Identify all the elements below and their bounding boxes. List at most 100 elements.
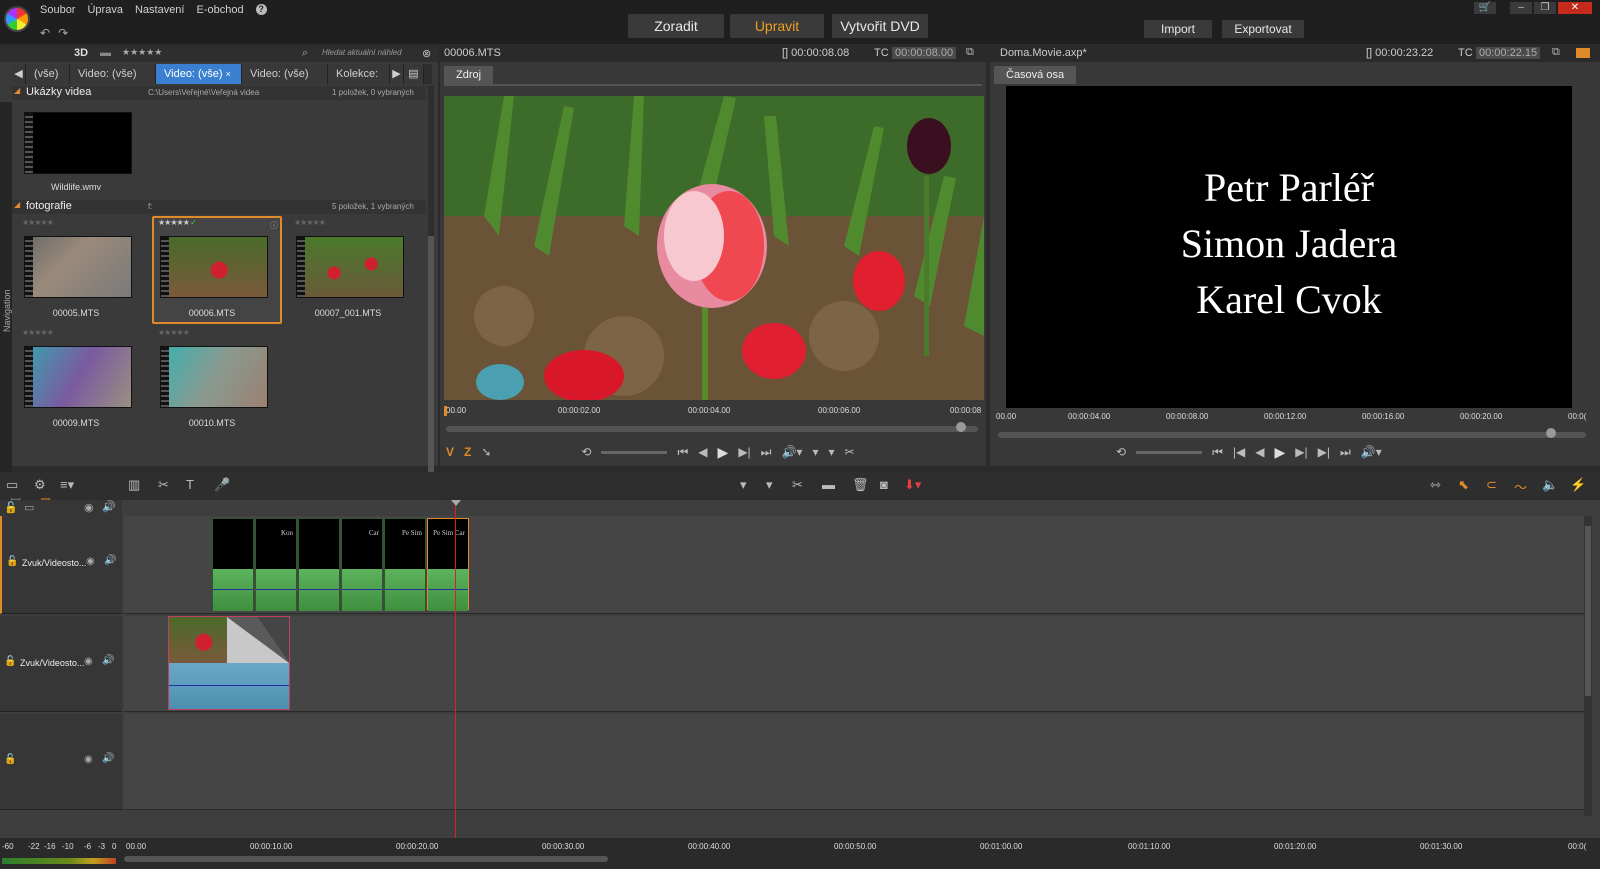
voiceover-icon[interactable]: 🎤: [214, 477, 230, 493]
tab-source[interactable]: Zdroj: [444, 66, 494, 84]
source-scrub-bar[interactable]: [446, 422, 978, 432]
menu-nastaveni[interactable]: Nastavení: [135, 4, 185, 16]
project-timecode[interactable]: 00:00:22.15: [1476, 47, 1541, 59]
go-to-end-icon[interactable]: ⏭: [761, 445, 772, 460]
thumbnail-wildlife[interactable]: [24, 112, 132, 174]
title-icon[interactable]: T: [186, 477, 194, 492]
settings-icon[interactable]: ⚙: [34, 477, 46, 493]
thumbnail-00007[interactable]: [296, 236, 404, 298]
track-3[interactable]: [124, 714, 1584, 810]
mark-out-button[interactable]: Z: [464, 445, 471, 459]
search-input[interactable]: Hledat aktuální náhled: [322, 48, 402, 57]
timeline-clip[interactable]: [298, 518, 340, 611]
track-options-icon[interactable]: ≡▾: [60, 477, 74, 493]
speaker-icon[interactable]: 🔊: [102, 655, 114, 666]
rating-stars[interactable]: ★★★★★: [22, 328, 54, 337]
track-2[interactable]: [124, 616, 1584, 712]
marker-out-icon[interactable]: ▾: [766, 477, 773, 493]
add-marker-icon[interactable]: ⬇▾: [904, 477, 921, 493]
shuttle-slider[interactable]: [1136, 450, 1203, 454]
marker-in-icon[interactable]: ▾: [812, 445, 818, 459]
marker-icon[interactable]: ▾: [740, 477, 747, 493]
send-to-timeline-icon[interactable]: ➘: [481, 445, 491, 459]
go-to-start-icon[interactable]: ⏮: [1212, 445, 1223, 460]
section-video-samples[interactable]: ◢ Ukázky videa C:\Users\Veřejné\Veřejná …: [12, 86, 426, 100]
timeline-clip[interactable]: [212, 518, 254, 611]
tab-video-2[interactable]: Video: (vše) ×: [156, 64, 242, 84]
lock-icon[interactable]: 🔓: [4, 501, 18, 514]
timeline-clip-tulip[interactable]: [168, 616, 290, 710]
next-edit-icon[interactable]: ▶|: [1318, 445, 1330, 459]
step-forward-icon[interactable]: ▶|: [1295, 445, 1307, 459]
playhead-handle[interactable]: [451, 500, 461, 506]
minimize-button[interactable]: –: [1510, 2, 1532, 14]
dual-preview-icon[interactable]: [1576, 48, 1590, 58]
storyboard-toggle-icon[interactable]: ▭: [6, 477, 18, 493]
rating-stars[interactable]: ★★★★★ ✓: [158, 218, 197, 227]
redo-icon[interactable]: ↷: [58, 26, 68, 40]
dynamic-length-icon[interactable]: ⇿: [1430, 477, 1441, 493]
step-back-icon[interactable]: ◀: [698, 445, 707, 459]
library-scrollbar[interactable]: [428, 86, 434, 476]
track-header-3[interactable]: 🔓 ◉ 🔊: [0, 714, 122, 810]
tab-video-1[interactable]: Video: (vše): [70, 64, 156, 84]
timeline-clip[interactable]: Car: [341, 518, 383, 611]
scrubber-in-marker[interactable]: [444, 406, 447, 416]
step-forward-icon[interactable]: ▶|: [738, 445, 750, 459]
lock-icon[interactable]: 🔓: [4, 754, 16, 765]
volume-icon[interactable]: 🔊▾: [781, 445, 802, 459]
thumbnail-00010[interactable]: [160, 346, 268, 408]
navigation-strip[interactable]: Navigation: [0, 102, 12, 482]
thumbnail-00006[interactable]: [160, 236, 268, 298]
mode-edit-button[interactable]: Upravit: [730, 14, 824, 38]
ripple-edit-icon[interactable]: ⚡: [1570, 477, 1586, 493]
razor-icon[interactable]: ✂: [158, 477, 169, 493]
timeline-vertical-scrollbar[interactable]: [1584, 516, 1592, 816]
previous-edit-icon[interactable]: |◀: [1233, 445, 1245, 459]
loop-icon[interactable]: ⟲: [581, 445, 591, 459]
export-button[interactable]: Exportovat: [1222, 20, 1304, 38]
snapshot-icon[interactable]: ◙: [880, 477, 888, 492]
info-icon[interactable]: ⓘ: [270, 220, 278, 231]
timeline-horizontal-scrollbar[interactable]: [124, 856, 608, 862]
fullscreen-icon[interactable]: ⧉: [966, 46, 974, 59]
marker-out-icon[interactable]: ▾: [828, 445, 834, 459]
help-icon[interactable]: ?: [255, 4, 267, 15]
shuttle-slider[interactable]: [601, 450, 668, 454]
undo-icon[interactable]: ↶: [40, 26, 50, 40]
speaker-icon[interactable]: 🔊: [102, 500, 116, 513]
master-track-icon[interactable]: ▭: [24, 501, 34, 514]
tab-all[interactable]: (vše): [26, 64, 70, 84]
eye-icon[interactable]: ◉: [84, 501, 94, 514]
track-1[interactable]: Kon Car Pe Sim Pe Sim Car: [124, 516, 1584, 614]
menu-eobchod[interactable]: E-obchod: [196, 4, 243, 16]
tag-icon[interactable]: ▬: [100, 47, 111, 59]
program-ruler[interactable]: 00.00 00:00:04.00 00:00:08.00 00:00:12.0…: [996, 412, 1594, 424]
tab-next-arrow[interactable]: ▶: [390, 64, 404, 84]
timeline-clip[interactable]: Kon: [255, 518, 297, 611]
go-to-start-icon[interactable]: ⏮: [677, 445, 688, 460]
rating-stars[interactable]: ★★★★★: [294, 218, 326, 227]
film-icon[interactable]: ▬: [822, 477, 835, 492]
thumbnail-00005[interactable]: [24, 236, 132, 298]
audio-scrub-icon[interactable]: 🔈: [1542, 477, 1558, 493]
lock-icon[interactable]: 🔓: [4, 656, 16, 667]
import-button[interactable]: Import: [1144, 20, 1212, 38]
playhead[interactable]: [455, 504, 456, 838]
source-ruler[interactable]: 00.00 00:00:02.00 00:00:04.00 00:00:06.0…: [444, 406, 982, 418]
cart-icon[interactable]: 🛒: [1474, 2, 1496, 14]
close-button[interactable]: ✕: [1558, 2, 1592, 14]
audio-mixer-icon[interactable]: ▥: [128, 477, 140, 493]
split-clip-icon[interactable]: ✂: [792, 477, 803, 493]
step-back-icon[interactable]: ◀: [1255, 445, 1264, 459]
rating-stars[interactable]: ★★★★★: [22, 218, 54, 227]
split-icon[interactable]: ✂: [845, 445, 855, 459]
tab-menu-icon[interactable]: ▤: [404, 64, 424, 84]
smart-editing-icon[interactable]: ⬉: [1458, 477, 1469, 493]
program-scrub-bar[interactable]: [998, 428, 1586, 438]
clear-search-icon[interactable]: ⊗: [422, 47, 431, 60]
mode-organize-button[interactable]: Zoradit: [628, 14, 724, 38]
restore-button[interactable]: ❐: [1534, 2, 1556, 14]
tab-timeline[interactable]: Časová osa: [994, 66, 1077, 84]
section-photos[interactable]: ◢ fotografie f: 5 položek, 1 vybraných: [12, 200, 426, 214]
